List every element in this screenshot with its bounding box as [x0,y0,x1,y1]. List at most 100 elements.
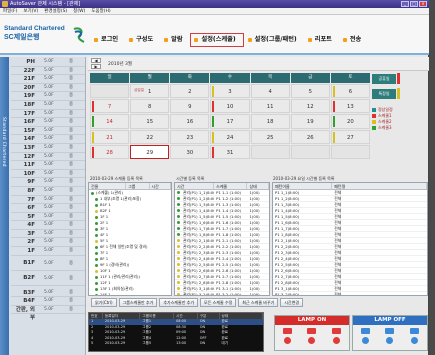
lamp-on-button[interactable] [308,337,316,344]
floor-row[interactable]: 16F 5.0F 용 [11,118,85,127]
lamp-off-indicator[interactable] [360,328,370,334]
floor-row[interactable]: 2F 5.0F 용 [11,238,85,248]
floor-row[interactable]: B4F 5.0F 용 [11,297,85,306]
floor-row[interactable]: 21F 5.0F 용 [11,75,85,84]
floor-row[interactable]: 15F 5.0F 용 [11,127,85,136]
table-row[interactable]: 관리(P1) 3_2(8:00) P1 3-2 (1:00) 1(00) [175,292,269,295]
calendar-day[interactable]: 10 [210,99,250,114]
menu-help[interactable]: 도움말(H) [91,8,110,14]
maximize-button[interactable]: □ [410,1,418,7]
nav-report[interactable]: 리포트 [304,33,339,47]
calendar-day[interactable]: 8 [130,99,170,114]
column-header[interactable]: 건물 [89,183,127,189]
holiday-button[interactable]: 공휴일 [372,74,396,84]
calendar-day[interactable]: 12 [290,99,330,114]
floor-row[interactable]: PH 5.0F 용 [11,58,85,67]
lamp-off-button[interactable] [361,337,369,344]
floor-row[interactable]: 3F 5.0F 용 [11,230,85,239]
calendar-day[interactable]: 24 [210,129,250,144]
floor-row[interactable]: 18F 5.0F 용 [11,101,85,110]
calendar-day[interactable]: 2 [170,84,210,99]
calendar-day[interactable]: 5 [290,84,330,99]
prev-month-button[interactable]: ◀ [91,58,101,63]
floor-row[interactable]: B2F 5.0F 용 [11,271,85,286]
nav-alarm[interactable]: 알람 [160,33,189,47]
calendar-day[interactable]: 7 [90,99,130,114]
floor-row[interactable]: 22F 5.0F 용 [11,67,85,76]
special-day-button[interactable]: 특정일 [372,89,396,99]
floor-row[interactable]: 10F 5.0F 용 [11,170,85,179]
calendar-day[interactable]: 28 [90,144,130,159]
calendar-day[interactable]: 31 [210,144,250,159]
floor-row[interactable]: 17F 5.0F 용 [11,110,85,119]
calendar-day[interactable]: 15 [130,114,170,129]
column-header[interactable]: 패턴명 [332,183,427,189]
column-header[interactable]: 그룹 [126,183,150,189]
close-button[interactable]: × [419,1,427,7]
action-button[interactable]: 최근 스케줄 바꾸기 [238,298,279,307]
lamp-off-indicator[interactable] [410,328,420,334]
column-header[interactable]: 시간 [175,183,215,189]
calendar-day[interactable]: 4 [250,84,290,99]
action-button[interactable]: 그룹스케줄만 추가 [118,298,158,307]
menu-file[interactable]: 파일(F) [3,8,17,14]
nav-schedule[interactable]: 설정(스케줄) [189,33,244,47]
floor-row[interactable]: B1F 5.0F 용 [11,256,85,271]
action-button[interactable]: 모든 스케줄 수정 [200,298,237,307]
floor-row[interactable]: B3F 5.0F 용 [11,289,85,298]
floor-row[interactable]: 12F 5.0F 용 [11,153,85,162]
floor-row[interactable]: 11F 5.0F 용 [11,161,85,170]
calendar-day[interactable]: 22 [130,129,170,144]
table-row[interactable]: P1 3_2(8:00) 전체 [273,292,427,295]
next-month-button[interactable]: ▶ [91,64,101,69]
menu-window[interactable]: 창(W) [73,8,85,14]
calendar-day[interactable]: 21 [90,129,130,144]
lamp-on-indicator[interactable] [307,328,317,334]
calendar-day[interactable]: 14 [90,114,130,129]
calendar-day[interactable]: 23 [170,129,210,144]
lamp-on-button[interactable] [333,337,341,344]
floor-row[interactable]: 간판, 외부 5.0F 용 [11,306,85,321]
calendar-day[interactable]: 30 [170,144,210,159]
calendar-day[interactable]: 13 [330,99,370,114]
action-button[interactable]: 추가스케줄만 추가 [159,298,199,307]
lamp-on-indicator[interactable] [282,328,292,334]
calendar-day[interactable]: 27 [330,129,370,144]
column-header[interactable]: 스케줄 [214,183,248,189]
lamp-on-button[interactable] [283,337,291,344]
calendar-day[interactable]: 1 삼일절 [130,84,170,99]
sidebar-vertical-tab[interactable]: Standard Chartered [0,57,9,355]
nav-login[interactable]: 로그인 [90,33,125,47]
lamp-on-indicator[interactable] [332,328,342,334]
log-row[interactable]: 5 2010-03-29 그룹5 13:00 ON 대기 [89,341,263,347]
column-header[interactable]: 패턴이름 [273,183,333,189]
column-header[interactable]: 시간 [150,183,171,189]
nav-layout[interactable]: 구성도 [125,33,160,47]
floor-row[interactable]: 9F 5.0F 용 [11,178,85,187]
calendar-day[interactable]: 16 [170,114,210,129]
floor-row[interactable]: 6F 5.0F 용 [11,204,85,213]
calendar-day[interactable]: 25 [250,129,290,144]
minimize-button[interactable]: _ [401,1,409,7]
floor-row[interactable]: 13F 5.0F 용 [11,144,85,153]
action-button[interactable]: 시간변경 [280,298,304,307]
floor-row[interactable]: 7F 5.0F 용 [11,196,85,205]
calendar-day[interactable]: 19 [290,114,330,129]
floor-row[interactable]: 4F 5.0F 용 [11,221,85,230]
floor-row[interactable]: 1F 5.0F 용 [11,247,85,256]
tree-node[interactable]: 14F 1 [89,292,171,295]
calendar-day[interactable]: 29 [130,144,170,159]
floor-row[interactable]: 19F 5.0F 용 [11,92,85,101]
calendar-day[interactable]: 26 [290,129,330,144]
lamp-off-indicator[interactable] [385,328,395,334]
calendar-day[interactable]: 6 [330,84,370,99]
floor-row[interactable]: 20F 5.0F 용 [11,84,85,93]
floor-row[interactable]: 14F 5.0F 용 [11,135,85,144]
calendar-day[interactable]: 11 [250,99,290,114]
nav-group-pattern[interactable]: 설정(그룹/패턴) [244,33,304,47]
lamp-off-button[interactable] [386,337,394,344]
menu-settings[interactable]: 환경설정(S) [44,8,67,14]
menu-view[interactable]: 보기(V) [23,8,38,14]
floor-row[interactable]: 8F 5.0F 용 [11,187,85,196]
nav-transfer[interactable]: 전송 [339,33,368,47]
